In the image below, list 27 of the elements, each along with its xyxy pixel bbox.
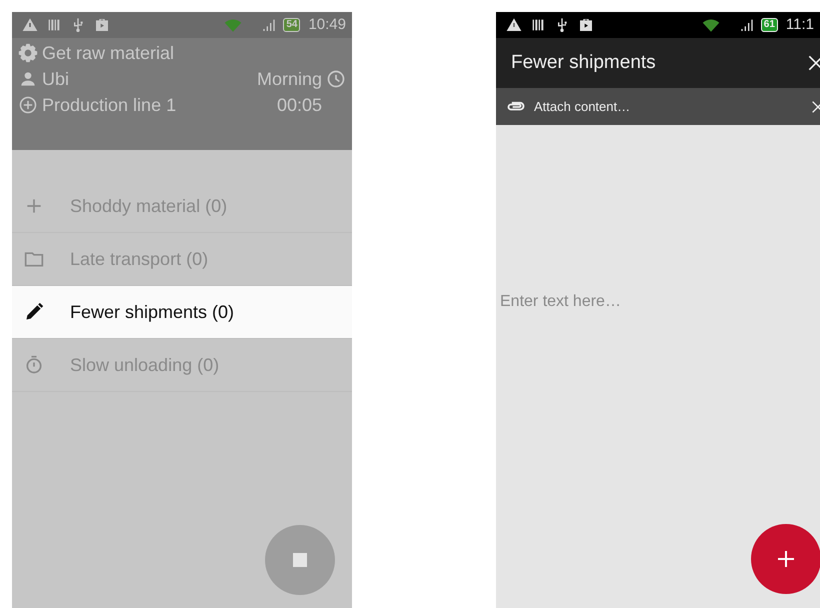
- category-item[interactable]: Fewer shipments (0): [12, 286, 352, 339]
- stop-icon: [293, 553, 307, 567]
- close-icon: [806, 53, 820, 73]
- battery-icon: 54: [283, 18, 300, 32]
- warning-icon: [506, 17, 522, 33]
- barcode-icon: [530, 17, 546, 33]
- task-name: Get raw material: [42, 42, 174, 64]
- status-time: 11:1: [786, 14, 814, 35]
- add-circle-icon: [18, 95, 38, 115]
- status-time: 10:49: [308, 14, 346, 35]
- battery-icon: 61: [760, 18, 778, 32]
- barcode-icon: [46, 17, 62, 33]
- gear-icon: [18, 43, 38, 63]
- operator-name: Ubi: [42, 68, 70, 90]
- timer: 00:05: [276, 94, 322, 116]
- warning-icon: [22, 17, 38, 33]
- screen-title: Fewer shipments: [511, 50, 656, 75]
- attach-label[interactable]: Attach content…: [534, 96, 630, 116]
- bag-icon: [94, 17, 110, 33]
- stopwatch-icon: [24, 355, 44, 375]
- bag-icon: [578, 17, 594, 33]
- shift-label: Morning: [256, 68, 322, 90]
- clock-icon: [326, 69, 346, 89]
- pencil-icon: [24, 302, 44, 322]
- production-line: Production line 1: [42, 96, 176, 114]
- close-button[interactable]: [806, 53, 820, 73]
- text-field[interactable]: Enter text here…: [496, 290, 820, 314]
